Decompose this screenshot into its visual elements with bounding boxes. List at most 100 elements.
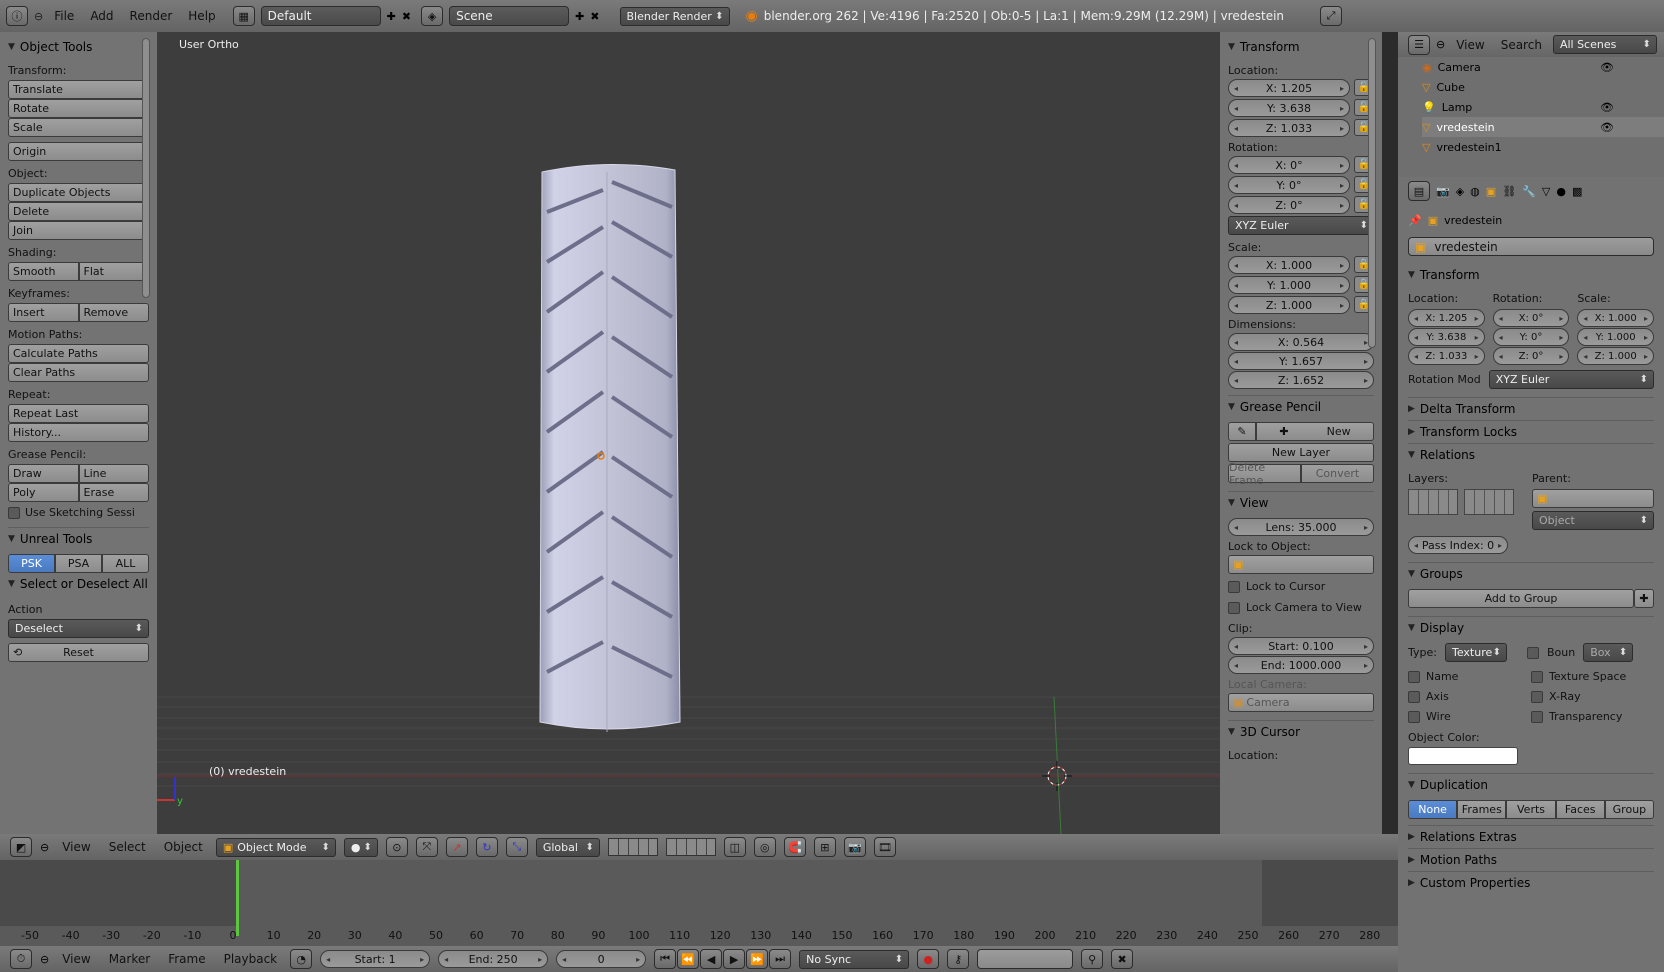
timeline[interactable]: -50 -40 -30 -20 -10 0 10 20 30 40 50 60 70 80 90 100 110… [0, 860, 1398, 946]
parent-field[interactable]: ▣ [1532, 489, 1654, 508]
play-icon[interactable]: ▶ [723, 949, 746, 969]
smooth-button[interactable]: Smooth [8, 262, 79, 281]
layers-grid[interactable] [1408, 489, 1514, 515]
outliner-view-menu[interactable]: View [1451, 38, 1489, 52]
scene-tab-icon[interactable]: ◈ [1456, 185, 1464, 198]
scene-field[interactable]: Scene [449, 6, 570, 26]
psk-button[interactable]: PSK [8, 554, 55, 573]
world-tab-icon[interactable]: ◍ [1470, 185, 1480, 198]
start-frame-field[interactable]: Start: 1 [320, 950, 431, 968]
delete-keyframe-icon[interactable]: ✖ [1111, 949, 1134, 969]
toolshelf-scrollbar[interactable] [142, 38, 150, 298]
render-engine-select[interactable]: Blender Render [619, 6, 730, 26]
render-tab-icon[interactable]: 📷 [1436, 185, 1450, 198]
bounds-type-select[interactable]: Box [1583, 643, 1634, 662]
unreal-tools-header[interactable]: ▼ Unreal Tools [8, 528, 149, 550]
props-transform-header[interactable]: ▼ Transform [1408, 264, 1654, 286]
lock-layers-icon[interactable]: ◫ [723, 837, 746, 857]
dimension-x-field[interactable]: X: 0.564 [1228, 333, 1374, 351]
pivot-icon[interactable]: ⊙ [385, 837, 408, 857]
collapse-icon[interactable]: ⊖ [40, 953, 49, 966]
props-loc-x[interactable]: X: 1.205 [1408, 309, 1485, 327]
3d-viewport[interactable]: User Ortho y (0) vredestein [157, 32, 1220, 834]
orientation-select[interactable]: Global [535, 837, 600, 857]
location-x-field[interactable]: X: 1.205 [1228, 79, 1350, 97]
origin-button[interactable]: Origin [8, 142, 149, 161]
marker-menu[interactable]: Marker [104, 952, 155, 966]
lens-field[interactable]: Lens: 35.000 [1228, 518, 1374, 536]
new-layer-button[interactable]: New Layer [1228, 443, 1374, 462]
rotation-z-field[interactable]: Z: 0° [1228, 196, 1350, 214]
insert-keyframe-button[interactable]: Insert [8, 303, 79, 322]
display-type-select[interactable]: Texture [1444, 643, 1507, 662]
rotation-mode-select[interactable]: XYZ Euler [1228, 216, 1374, 235]
delete-frame-button[interactable]: Delete Frame [1228, 461, 1301, 487]
transform-locks-header[interactable]: ▶ Transform Locks [1408, 421, 1654, 443]
current-frame-indicator[interactable] [236, 860, 239, 936]
outliner-editor-icon[interactable]: ☰ [1408, 34, 1430, 55]
motion-paths-header[interactable]: ▶ Motion Paths [1408, 849, 1654, 871]
xray-checkbox[interactable] [1531, 690, 1543, 703]
layer-buttons[interactable] [607, 838, 658, 856]
axis-checkbox[interactable] [1408, 690, 1420, 703]
props-rotation-mode-select[interactable]: XYZ Euler [1488, 370, 1654, 389]
data-tab-icon[interactable]: ▽ [1542, 185, 1550, 198]
local-camera-field[interactable]: ▣ Camera [1228, 693, 1374, 712]
material-tab-icon[interactable]: ● [1556, 185, 1566, 198]
lock-to-cursor-checkbox[interactable] [1228, 580, 1240, 593]
scenes-select[interactable]: All Scenes [1552, 35, 1657, 54]
collapse-icon[interactable]: ⊖ [40, 841, 49, 854]
render-anim-icon[interactable]: 🎞 [873, 837, 896, 857]
timeline-editor-icon[interactable]: ⏱ [10, 949, 32, 969]
clip-end-field[interactable]: End: 1000.000 [1228, 656, 1374, 674]
location-y-field[interactable]: Y: 3.638 [1228, 99, 1350, 117]
join-button[interactable]: Join [8, 221, 149, 240]
delta-transform-header[interactable]: ▶ Delta Transform [1408, 398, 1654, 420]
bounds-checkbox[interactable] [1526, 646, 1539, 659]
name-checkbox[interactable] [1408, 670, 1420, 683]
mode-select[interactable]: ▣ Object Mode [215, 837, 336, 857]
outliner-item[interactable]: ◉ Camera 👁 [1422, 57, 1664, 77]
insert-keyframe-icon[interactable]: ⚲ [1081, 949, 1104, 969]
pass-index-field[interactable]: Pass Index: 0 [1408, 536, 1508, 554]
clear-paths-button[interactable]: Clear Paths [8, 363, 149, 382]
rotate-button[interactable]: Rotate [8, 99, 149, 118]
relations-header[interactable]: ▼ Relations [1408, 444, 1654, 466]
scale-y-field[interactable]: Y: 1.000 [1228, 276, 1350, 294]
rotate-manip-icon[interactable]: ↻ [475, 837, 498, 857]
npanel-scrollbar[interactable] [1368, 38, 1376, 348]
props-rot-x[interactable]: X: 0° [1492, 309, 1570, 327]
add-scene-icon[interactable]: ✚ [575, 10, 584, 23]
jump-end-icon[interactable]: ⏭ [769, 949, 792, 969]
scale-manip-icon[interactable]: ⤡ [505, 837, 528, 857]
new-grease-button[interactable]: ✚ New [1256, 422, 1374, 441]
end-frame-field[interactable]: End: 250 [438, 950, 549, 968]
remove-scene-icon[interactable]: ✖ [590, 10, 599, 23]
add-group-plus-icon[interactable]: ✚ [1634, 589, 1654, 608]
fullscreen-icon[interactable]: ⤢ [1320, 6, 1343, 26]
props-loc-z[interactable]: Z: 1.033 [1408, 347, 1485, 365]
proportional-edit-icon[interactable]: ◎ [753, 837, 776, 857]
rotation-x-field[interactable]: X: 0° [1228, 156, 1350, 174]
grease-pencil-header[interactable]: ▼ Grease Pencil [1228, 396, 1374, 418]
object-name-field[interactable]: ▣ vredestein [1408, 237, 1654, 256]
eye-icon[interactable]: 👁 [1600, 101, 1614, 114]
texture-tab-icon[interactable]: ▩ [1572, 185, 1582, 198]
psa-button[interactable]: PSA [55, 554, 102, 573]
object-tab-icon[interactable]: ▣ [1486, 185, 1496, 198]
outliner-search-menu[interactable]: Search [1496, 38, 1547, 52]
collapse-menu-icon[interactable]: ⊖ [34, 10, 43, 23]
translate-button[interactable]: Translate [8, 80, 149, 99]
info-editor-icon[interactable]: ⓘ [6, 6, 28, 26]
properties-editor-icon[interactable]: ▤ [1408, 181, 1430, 201]
constraints-tab-icon[interactable]: ⛓ [1502, 185, 1516, 198]
3d-cursor-header[interactable]: ▼ 3D Cursor [1228, 721, 1374, 743]
select-menu[interactable]: Select [104, 840, 151, 854]
snap-icon[interactable]: 🧲 [783, 837, 806, 857]
all-button[interactable]: ALL [102, 554, 149, 573]
dimension-z-field[interactable]: Z: 1.652 [1228, 371, 1374, 389]
parent-type-select[interactable]: Object [1532, 511, 1654, 530]
draw-button[interactable]: Draw [8, 464, 79, 483]
menu-render[interactable]: Render [125, 9, 178, 23]
groups-header[interactable]: ▼ Groups [1408, 563, 1654, 585]
